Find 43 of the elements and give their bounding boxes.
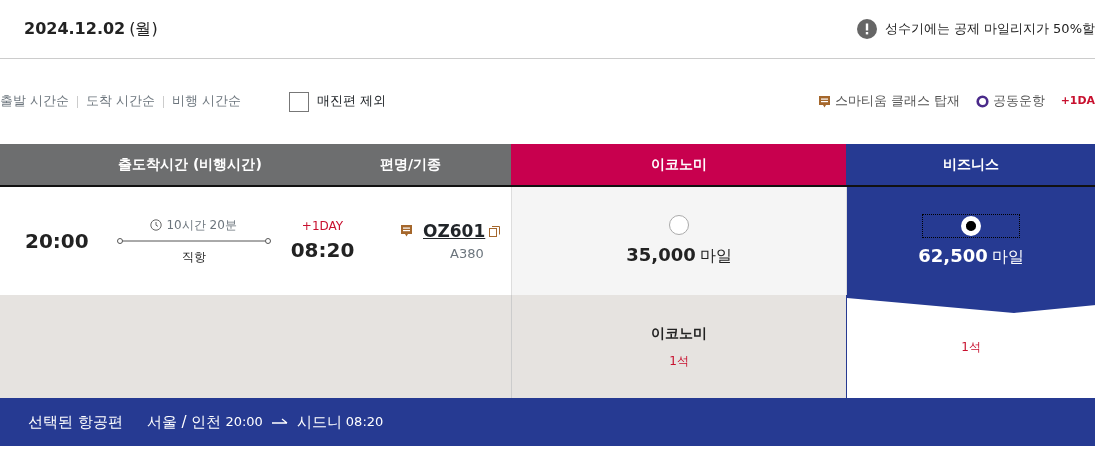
copy-icon[interactable] (489, 225, 501, 237)
stops-text: 직항 (181, 249, 206, 266)
weekday-text: (월) (129, 19, 158, 38)
legend-label: 스마티움 클래스 탑재 (834, 92, 960, 111)
column-header: 편명/기종 (380, 144, 511, 187)
arrow-icon (270, 417, 289, 427)
duration-text: 10시간 20분 (166, 217, 237, 234)
origin-city: 서울 / 인천 (146, 411, 222, 433)
arrival-time: 08:20 (345, 413, 384, 432)
arrival-time: 08:20 (290, 237, 355, 264)
chat-icon (400, 224, 413, 239)
column-header: 출도착시간 (비행시간) (0, 144, 380, 187)
ring-icon (975, 95, 989, 108)
sort-option[interactable]: 도착 시간순 (86, 92, 155, 111)
legend-label: +1DA (1060, 93, 1095, 110)
miles-amount: 35,000 (626, 242, 696, 267)
selection-title: 선택된 항공편 (28, 411, 123, 433)
date-text: 2024.12.02 (24, 19, 126, 38)
legend-label: 공동운항 (992, 92, 1045, 111)
checkbox[interactable] (288, 91, 309, 112)
miles-unit: 마일 (991, 245, 1024, 268)
column-header: 이코노미 (511, 144, 846, 187)
departure-time: 20:00 (25, 228, 89, 255)
warning-icon (856, 19, 877, 39)
aircraft-text: A380 (449, 245, 485, 263)
departure-time: 20:00 (225, 413, 263, 432)
chat-icon (817, 94, 831, 109)
seat-class: 이코노미 (651, 324, 707, 343)
sort-option[interactable]: 출발 시간순 (0, 92, 69, 111)
miles-unit: 마일 (699, 244, 732, 267)
flight-number-link[interactable]: OZ601 (417, 218, 486, 244)
radio-button[interactable] (669, 214, 689, 235)
radio-focus-box[interactable] (922, 213, 1020, 238)
miles-amount: 62,500 (918, 243, 988, 268)
seat-count: 1석 (961, 338, 981, 356)
checkbox-label: 매진편 제외 (316, 92, 386, 111)
clock-icon (150, 219, 163, 231)
notice-text: 성수기에는 공제 마일리지가 50%할 (884, 20, 1095, 39)
column-header: 비즈니스 (846, 144, 1095, 187)
destination-city: 시드니 (296, 411, 342, 433)
seat-count: 1석 (669, 353, 689, 370)
sort-option[interactable]: 비행 시간순 (171, 92, 241, 111)
next-day-text: +1DAY (301, 218, 344, 235)
